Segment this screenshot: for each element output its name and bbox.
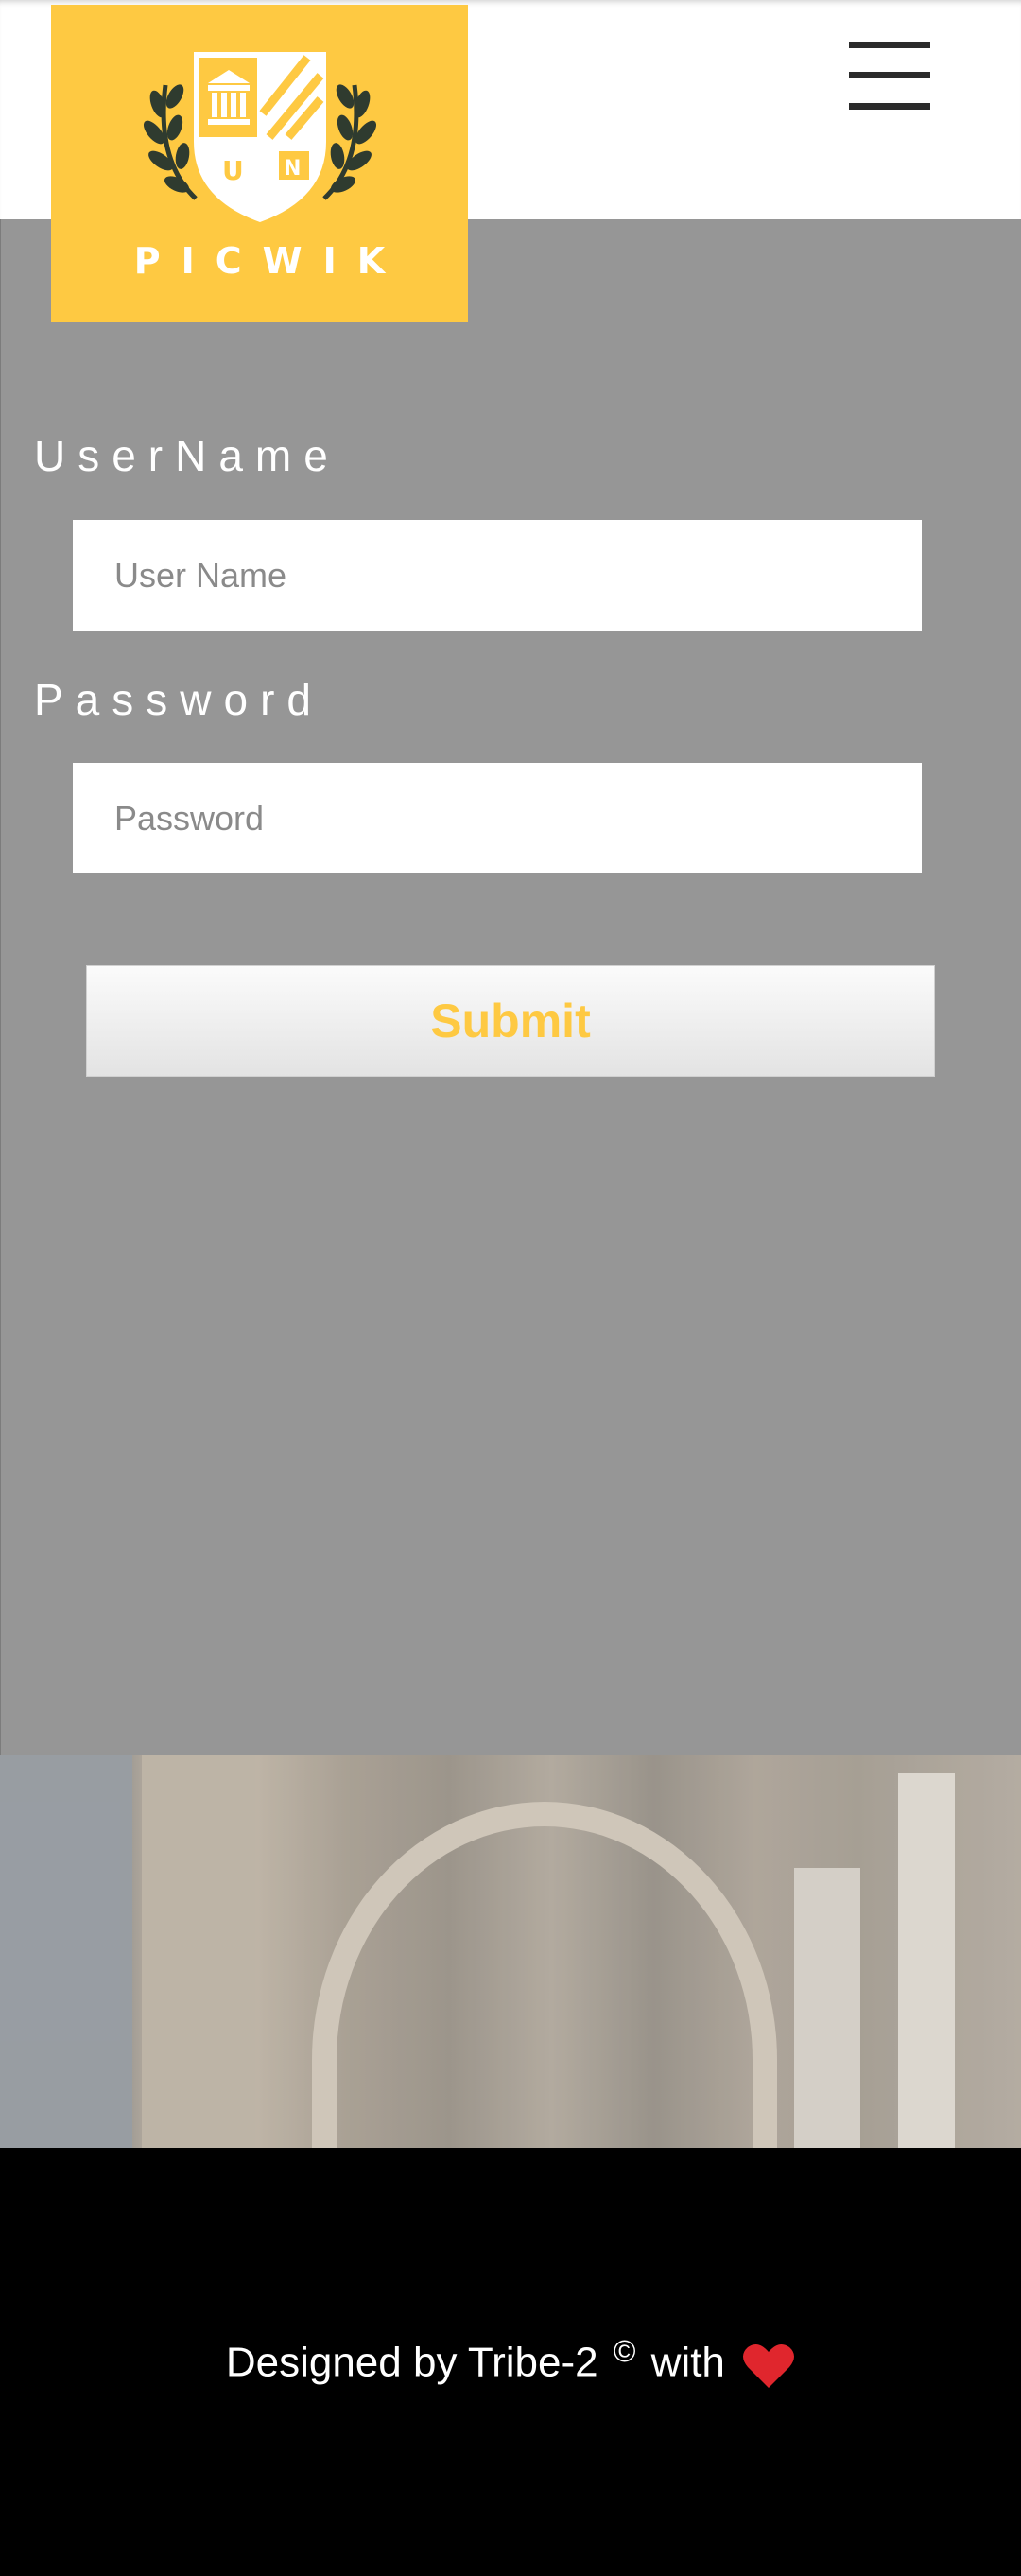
svg-text:U: U [222, 155, 244, 186]
menu-line [849, 72, 930, 78]
heart-icon [743, 2343, 795, 2388]
logo[interactable]: U N PICWIK [51, 5, 468, 322]
footer: Designed by Tribe-2 © with [0, 2148, 1021, 2576]
submit-button[interactable]: Submit [86, 965, 935, 1077]
footer-designed-by: Designed by Tribe-2 [225, 2340, 598, 2387]
crest-icon: U N [143, 52, 376, 222]
copyright-symbol: © [613, 2334, 636, 2369]
building-background-image [0, 1755, 1021, 2148]
username-label: UserName [34, 431, 340, 480]
footer-with: with [650, 2340, 725, 2387]
footer-credit: Designed by Tribe-2 © with [226, 2334, 795, 2389]
username-input[interactable] [73, 520, 922, 631]
hamburger-menu-icon[interactable] [849, 42, 930, 110]
password-input[interactable] [73, 763, 922, 873]
logo-text: PICWIK [133, 240, 407, 282]
photo-overlay [0, 1755, 1021, 2148]
password-label: Password [34, 675, 323, 724]
menu-line [849, 42, 930, 48]
menu-line [849, 103, 930, 110]
svg-text:N: N [284, 157, 301, 181]
